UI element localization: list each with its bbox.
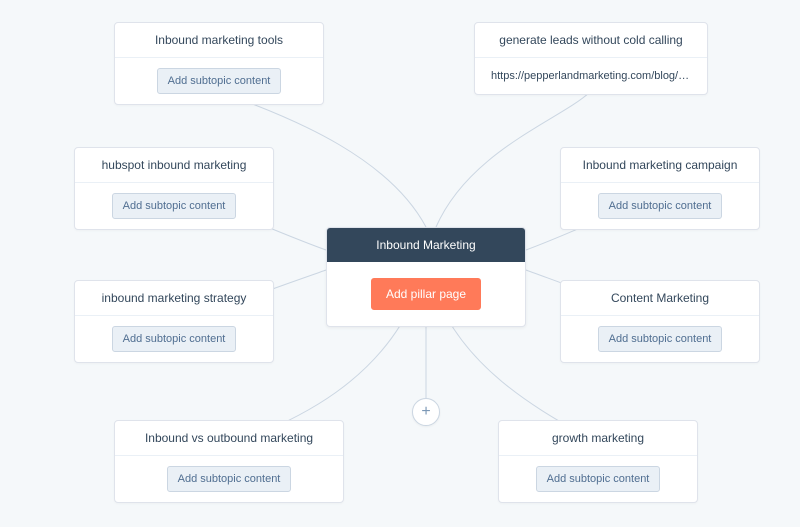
- subtopic-node-inbound-strategy[interactable]: inbound marketing strategy Add subtopic …: [74, 280, 274, 363]
- subtopic-node-growth-marketing[interactable]: growth marketing Add subtopic content: [498, 420, 698, 503]
- subtopic-title: Inbound vs outbound marketing: [115, 421, 343, 456]
- add-subtopic-content-button[interactable]: Add subtopic content: [167, 466, 292, 492]
- topic-cluster-canvas: Inbound Marketing Add pillar page Inboun…: [0, 0, 800, 527]
- subtopic-node-content-marketing[interactable]: Content Marketing Add subtopic content: [560, 280, 760, 363]
- subtopic-title: growth marketing: [499, 421, 697, 456]
- add-subtopic-node-button[interactable]: +: [412, 398, 440, 426]
- add-subtopic-content-button[interactable]: Add subtopic content: [112, 326, 237, 352]
- subtopic-url[interactable]: https://pepperlandmarketing.com/blog/9…: [487, 68, 695, 84]
- subtopic-title: Inbound marketing campaign: [561, 148, 759, 183]
- add-subtopic-content-button[interactable]: Add subtopic content: [598, 326, 723, 352]
- subtopic-node-generate-leads[interactable]: generate leads without cold calling http…: [474, 22, 708, 95]
- add-subtopic-content-button[interactable]: Add subtopic content: [536, 466, 661, 492]
- subtopic-node-hubspot-inbound[interactable]: hubspot inbound marketing Add subtopic c…: [74, 147, 274, 230]
- plus-icon: +: [421, 403, 430, 421]
- pillar-topic-title: Inbound Marketing: [327, 228, 525, 262]
- add-subtopic-content-button[interactable]: Add subtopic content: [157, 68, 282, 94]
- subtopic-title: generate leads without cold calling: [475, 23, 707, 58]
- subtopic-title: inbound marketing strategy: [75, 281, 273, 316]
- add-subtopic-content-button[interactable]: Add subtopic content: [598, 193, 723, 219]
- add-subtopic-content-button[interactable]: Add subtopic content: [112, 193, 237, 219]
- pillar-topic-node[interactable]: Inbound Marketing Add pillar page: [326, 227, 526, 327]
- subtopic-node-inbound-marketing-tools[interactable]: Inbound marketing tools Add subtopic con…: [114, 22, 324, 105]
- add-pillar-page-button[interactable]: Add pillar page: [371, 278, 481, 310]
- subtopic-title: hubspot inbound marketing: [75, 148, 273, 183]
- subtopic-node-inbound-vs-outbound[interactable]: Inbound vs outbound marketing Add subtop…: [114, 420, 344, 503]
- subtopic-title: Content Marketing: [561, 281, 759, 316]
- subtopic-node-inbound-campaign[interactable]: Inbound marketing campaign Add subtopic …: [560, 147, 760, 230]
- pillar-topic-body: Add pillar page: [327, 262, 525, 326]
- subtopic-title: Inbound marketing tools: [115, 23, 323, 58]
